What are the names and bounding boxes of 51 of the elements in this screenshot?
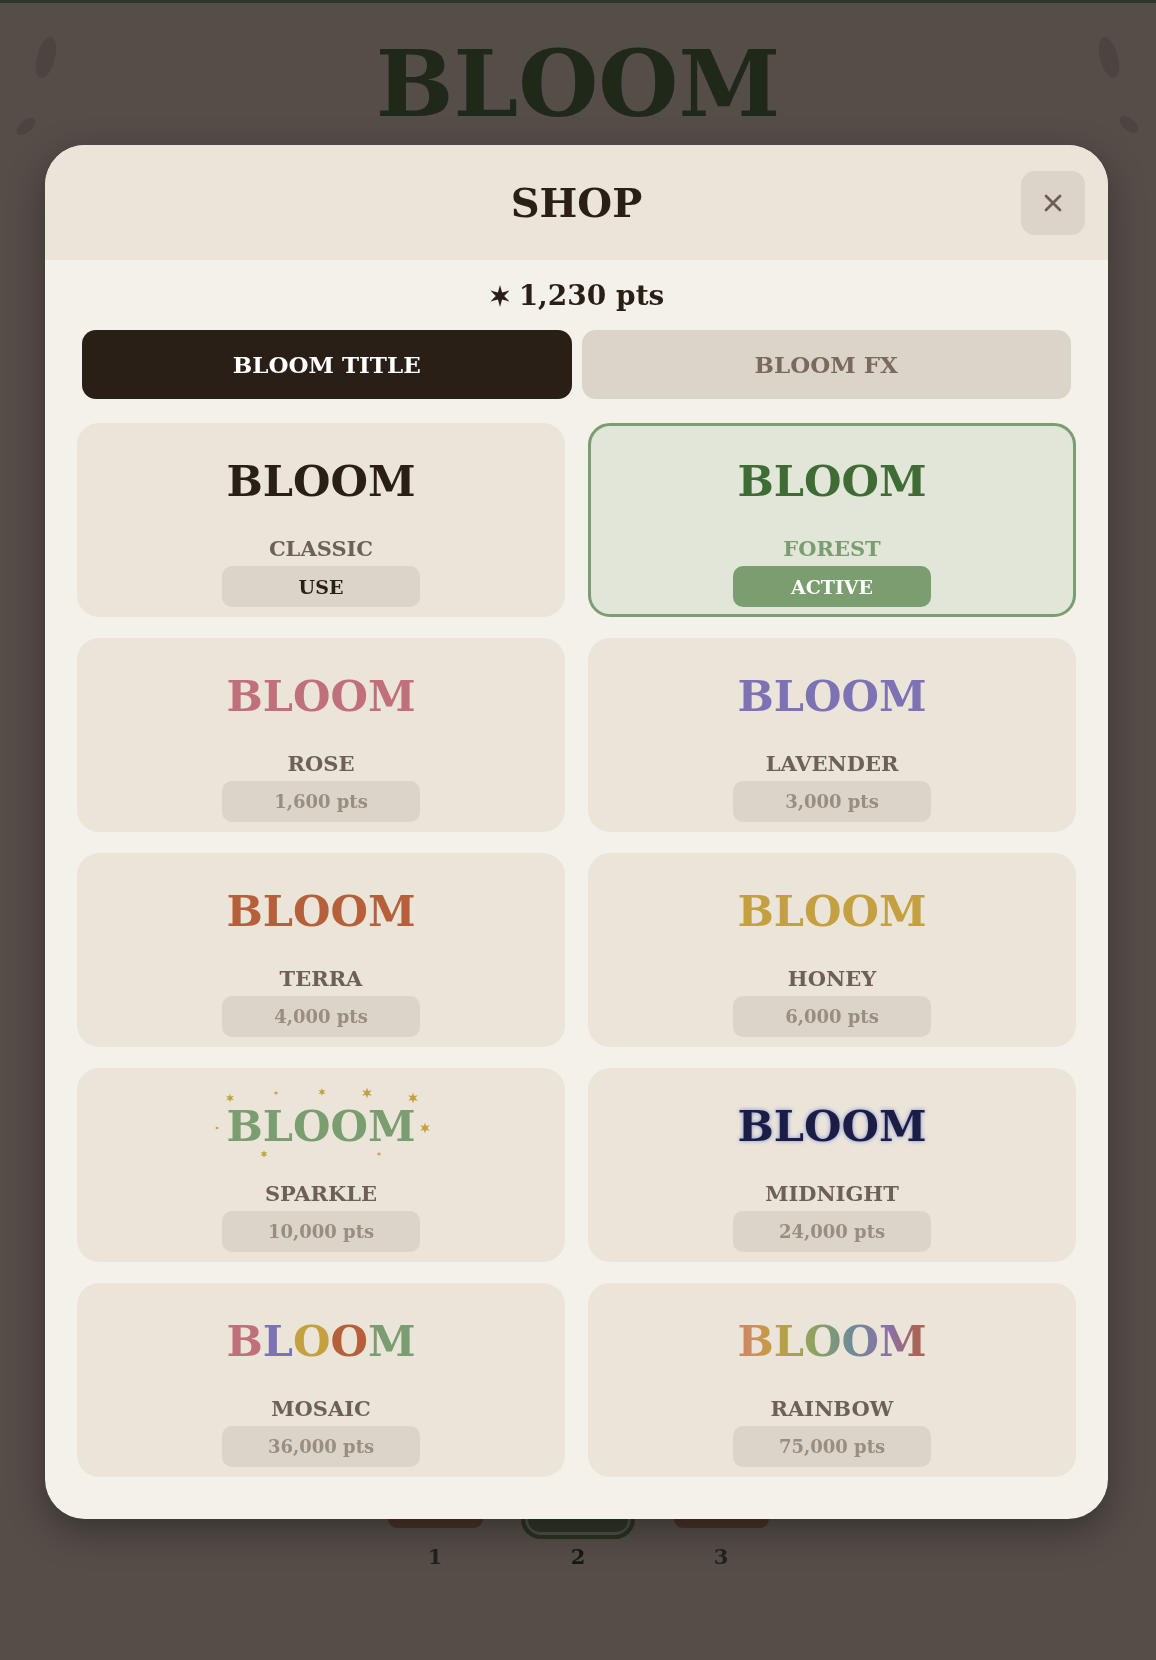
theme-name: FOREST	[783, 535, 881, 563]
theme-name: SPARKLE	[264, 1180, 378, 1208]
sparkle-icon	[376, 1151, 382, 1157]
theme-card[interactable]: BLOOM TERRA 4,000 pts	[77, 853, 565, 1047]
theme-card[interactable]: BLOOM MOSAIC 36,000 pts	[77, 1283, 565, 1477]
dialog-title: SHOP	[510, 178, 643, 227]
tab[interactable]: BLOOM TITLE	[82, 330, 572, 399]
theme-card[interactable]: BLOOM SPARKLE 10,000 pts	[77, 1068, 565, 1262]
theme-name: LAVENDER	[765, 750, 899, 778]
sparkle-icon	[420, 1122, 430, 1134]
theme-card[interactable]: BLOOM LAVENDER 3,000 pts	[588, 638, 1076, 832]
sparkle-icon	[226, 1093, 234, 1103]
title-preview: BLOOM	[737, 670, 927, 723]
title-preview: BLOOM	[226, 885, 416, 938]
level-button[interactable]	[673, 1519, 769, 1528]
theme-name: HONEY	[787, 965, 877, 993]
title-preview: BLOOM	[737, 1100, 927, 1153]
title-preview: BLOOM	[226, 1315, 416, 1368]
theme-card[interactable]: BLOOM MIDNIGHT 24,000 pts	[588, 1068, 1076, 1262]
title-preview: BLOOM	[226, 455, 416, 508]
sparkle-icon	[318, 1088, 326, 1096]
theme-card[interactable]: BLOOM CLASSIC USE	[77, 423, 565, 617]
title-preview: BLOOM	[226, 1106, 416, 1146]
sparkle-icon	[408, 1092, 418, 1104]
title-preview: BLOOM	[226, 670, 416, 723]
level-button[interactable]	[521, 1519, 635, 1539]
level-number: 2	[570, 1545, 586, 1569]
title-preview: BLOOM	[737, 455, 927, 508]
theme-card[interactable]: BLOOM HONEY 6,000 pts	[588, 853, 1076, 1047]
theme-name: CLASSIC	[268, 535, 374, 563]
points-balance: 1,230 pts	[518, 279, 665, 313]
theme-name: MIDNIGHT	[765, 1180, 899, 1208]
theme-name: RAINBOW	[770, 1395, 894, 1423]
sparkle-icon	[362, 1087, 372, 1099]
theme-card[interactable]: BLOOM ROSE 1,600 pts	[77, 638, 565, 832]
theme-name: MOSAIC	[271, 1395, 371, 1423]
title-preview: BLOOM	[737, 885, 927, 938]
sparkle-icon	[215, 1126, 219, 1130]
theme-name: TERRA	[279, 965, 363, 993]
theme-card[interactable]: BLOOM FOREST ACTIVE	[588, 423, 1076, 617]
active-button[interactable]: ACTIVE	[733, 566, 931, 607]
level-button[interactable]	[387, 1519, 483, 1528]
use-button[interactable]: USE	[222, 566, 420, 607]
tab[interactable]: BLOOM FX	[581, 330, 1071, 399]
theme-card[interactable]: BLOOM RAINBOW 75,000 pts	[588, 1283, 1076, 1477]
star-icon	[488, 285, 511, 307]
close-icon	[1044, 193, 1062, 212]
theme-name: ROSE	[287, 750, 355, 778]
close-button[interactable]	[1021, 170, 1085, 235]
sparkle-icon	[273, 1090, 279, 1096]
sparkle-icon	[260, 1150, 268, 1158]
